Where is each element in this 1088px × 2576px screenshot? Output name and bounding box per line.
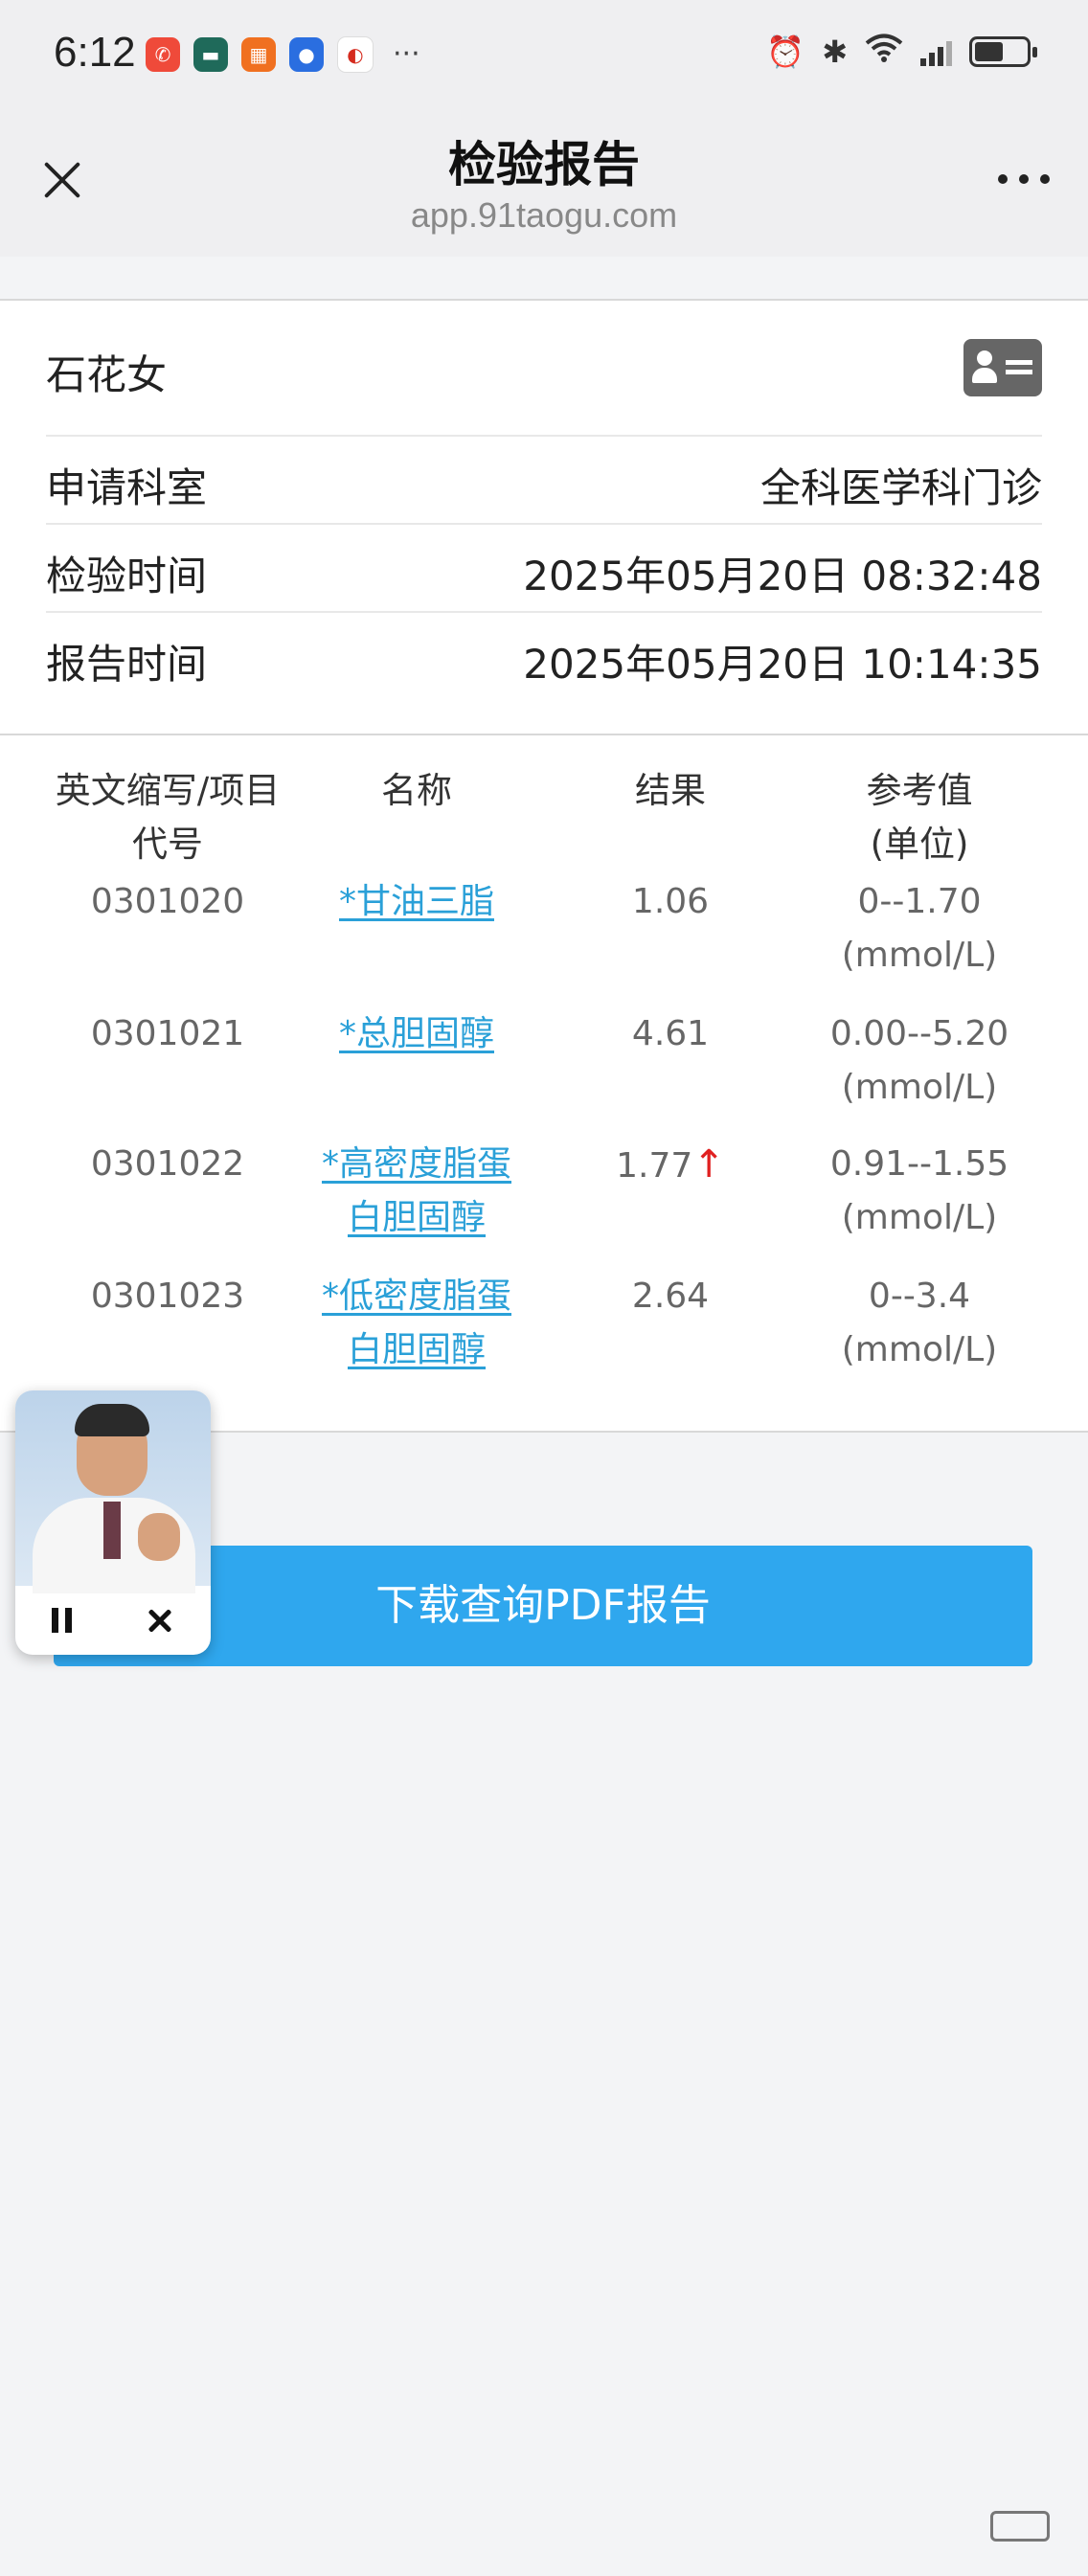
system-icons: ⏰ ✱: [766, 33, 1037, 71]
status-bar: 6:12 ✆ ▬ ▦ ● ◐ ··· ⏰ ✱: [0, 0, 1088, 113]
patient-info-card: 石花女 申请科室 全科医学科门诊 检验时间 2025年05月20日 08:32:…: [0, 299, 1088, 735]
nav-header: 检验报告 app.91taogu.com: [0, 113, 1088, 257]
item-reference: 0--3.4 (mmol/L): [841, 1277, 998, 1369]
alarm-icon: ⏰: [766, 34, 805, 70]
status-time: 6:12: [54, 29, 136, 76]
divider: [46, 435, 1042, 437]
page-url: app.91taogu.com: [410, 195, 678, 235]
patient-name: 石花女: [46, 351, 168, 398]
battery-level: [975, 42, 1003, 61]
header-name: 名称: [381, 770, 452, 811]
doctor-video-thumbnail[interactable]: [15, 1390, 211, 1593]
close-video-icon[interactable]: [146, 1606, 174, 1635]
news-app-icon: ▬: [193, 37, 228, 72]
item-result: 1.77↑: [616, 1142, 725, 1186]
tabs-icon[interactable]: [990, 2511, 1050, 2542]
item-name-link[interactable]: *甘油三脂: [287, 875, 546, 929]
item-reference: 0--1.70 (mmol/L): [841, 882, 998, 975]
test-time-value: 2025年05月20日 08:32:48: [523, 553, 1042, 599]
bluetooth-icon: ✱: [822, 34, 848, 70]
item-code: 0301022: [90, 1144, 245, 1184]
item-name-link[interactable]: *高密度脂蛋 白胆固醇: [287, 1138, 546, 1245]
test-time-label: 检验时间: [46, 553, 208, 599]
more-menu-icon[interactable]: [998, 174, 1050, 184]
notification-icons: ✆ ▬ ▦ ● ◐ ···: [146, 36, 420, 73]
item-code: 0301023: [90, 1277, 245, 1316]
report-time-label: 报告时间: [46, 641, 208, 688]
divider: [46, 523, 1042, 525]
item-result: 4.61: [631, 1014, 710, 1053]
header-reference: 参考值 (单位): [866, 770, 973, 865]
item-result: 2.64: [631, 1277, 710, 1316]
item-reference: 0.91--1.55 (mmol/L): [829, 1144, 1009, 1237]
item-code: 0301021: [90, 1014, 245, 1053]
weibo-app-icon: ◐: [337, 36, 374, 73]
divider: [46, 611, 1042, 613]
header-result: 结果: [635, 770, 706, 811]
signal-icon: [920, 37, 952, 66]
more-notifications-icon: ···: [393, 37, 420, 71]
item-result: 1.06: [631, 882, 710, 921]
pause-icon[interactable]: [52, 1608, 73, 1633]
results-table: 英文缩写/项目 代号 名称 结果 参考值 (单位) 0301020 *甘油三脂 1.…: [0, 734, 1088, 1433]
department-label: 申请科室: [46, 464, 208, 511]
item-code: 0301020: [90, 882, 245, 921]
id-card-icon[interactable]: [963, 339, 1042, 396]
bottom-toolbar: [990, 2511, 1050, 2542]
battery-icon: [969, 36, 1037, 67]
item-name-link[interactable]: *总胆固醇: [287, 1007, 546, 1061]
blue-app-icon: ●: [289, 37, 324, 72]
item-reference: 0.00--5.20 (mmol/L): [829, 1014, 1009, 1107]
page-title: 检验报告: [448, 137, 640, 192]
report-time-value: 2025年05月20日 10:14:35: [523, 641, 1042, 688]
video-controls: [15, 1586, 211, 1655]
department-value: 全科医学科门诊: [759, 464, 1042, 511]
wifi-icon: [865, 33, 903, 71]
phone-app-icon: ✆: [146, 37, 180, 72]
grid-app-icon: ▦: [241, 37, 276, 72]
high-arrow-icon: ↑: [692, 1142, 725, 1186]
item-name-link[interactable]: *低密度脂蛋 白胆固醇: [287, 1270, 546, 1377]
floating-video-window[interactable]: [15, 1390, 211, 1655]
header-code: 英文缩写/项目 代号: [55, 770, 281, 865]
